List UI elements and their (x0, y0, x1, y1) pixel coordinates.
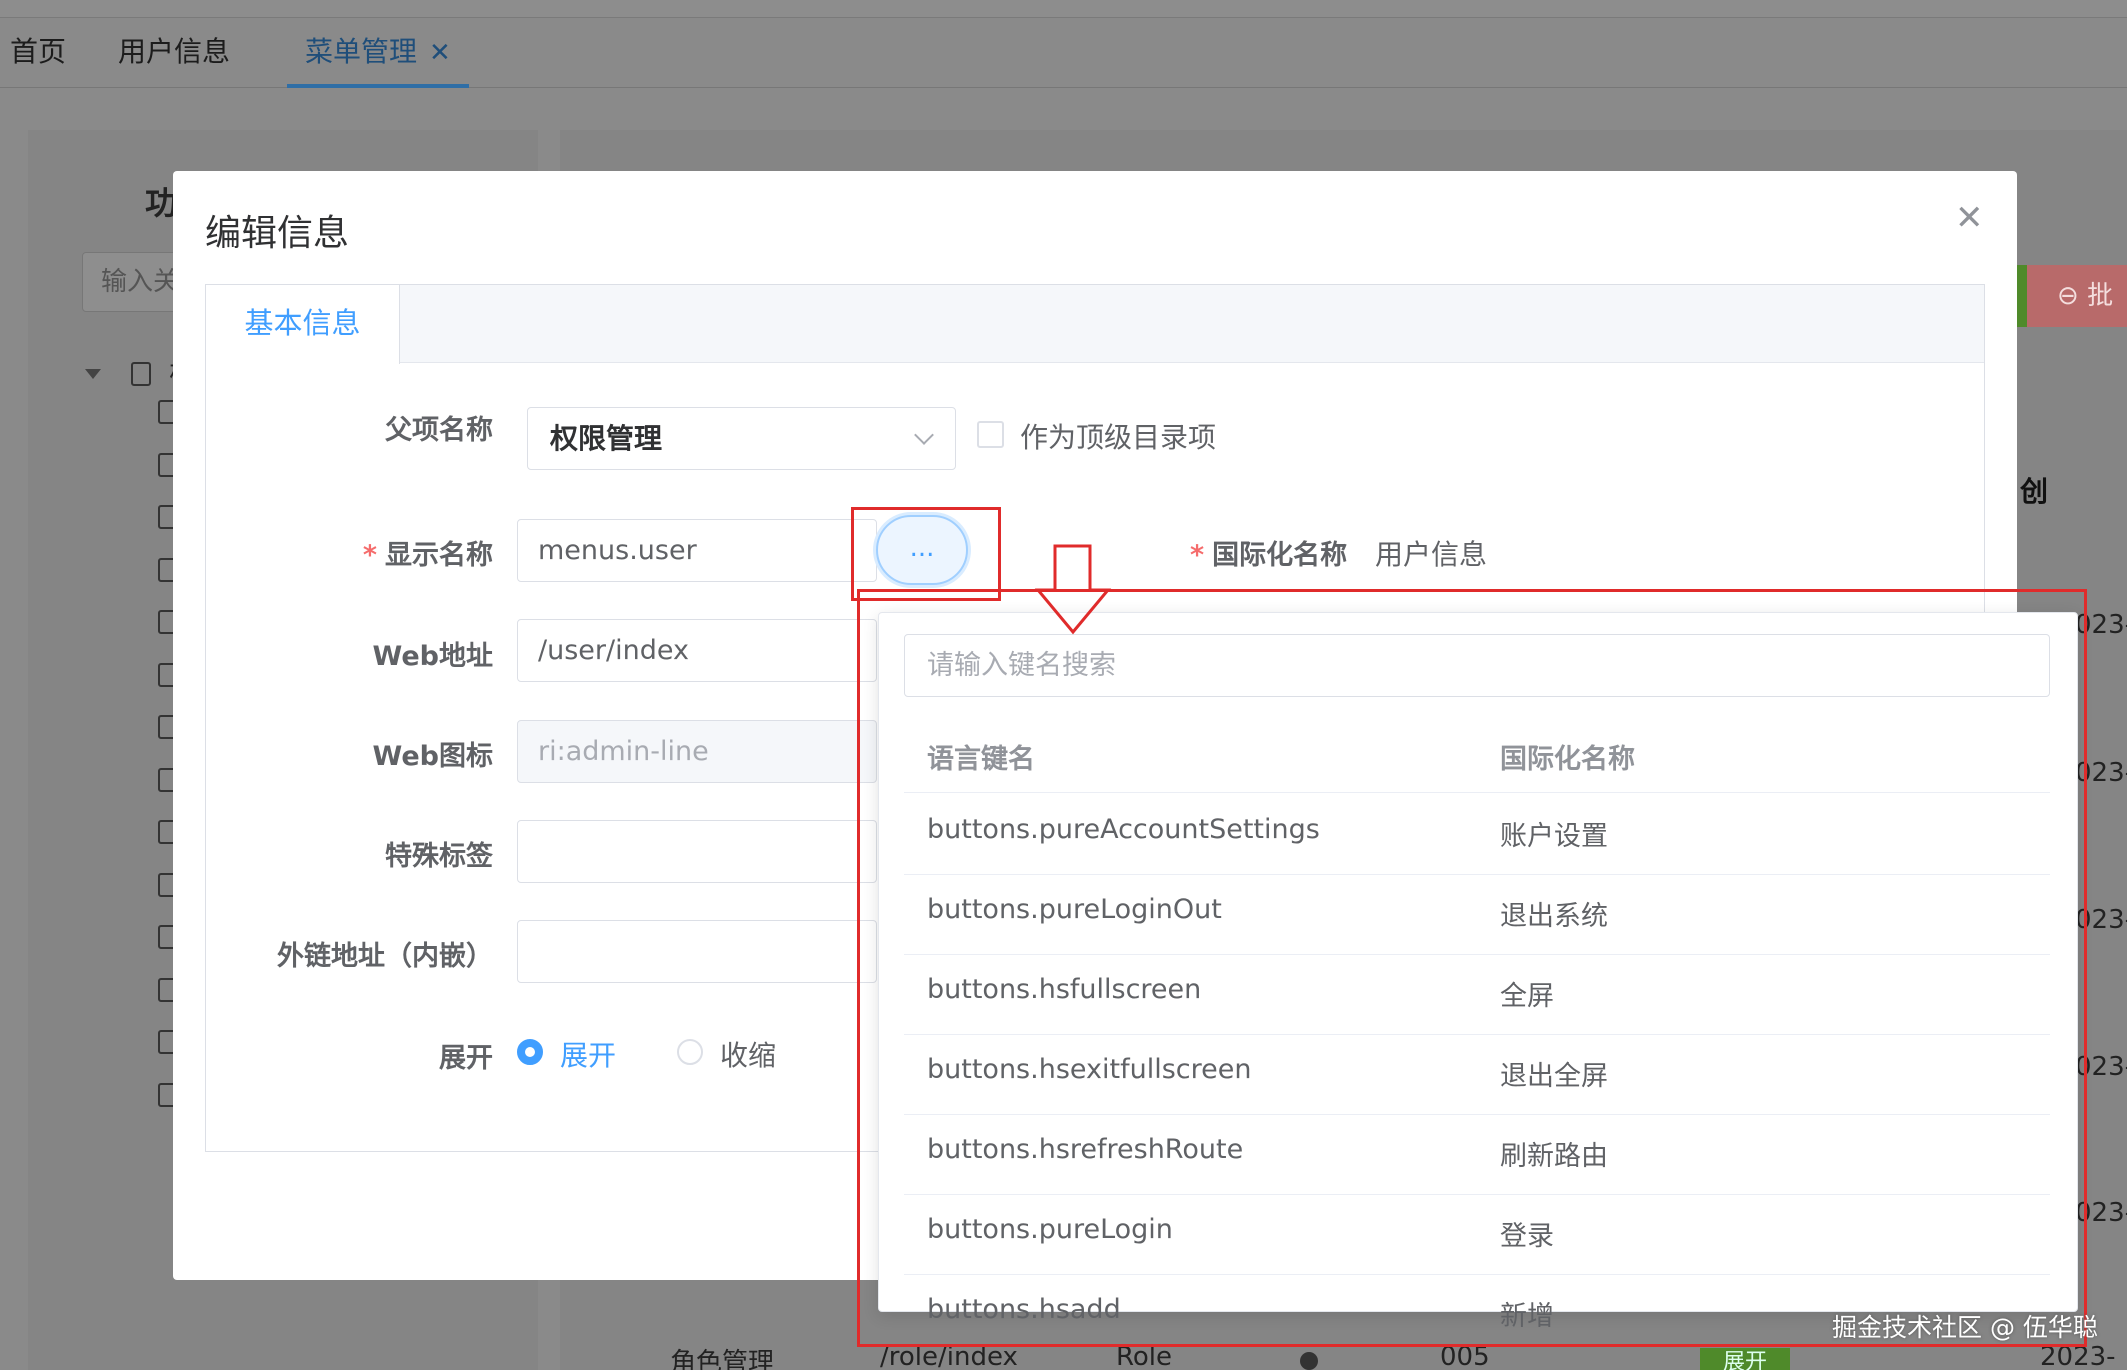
special-tag-input[interactable] (517, 820, 877, 883)
tab-label: 首页 (10, 35, 66, 68)
row-name: 角色管理 (670, 1342, 774, 1370)
tab-bar: 首页 用户信息 菜单管理 ✕ (0, 18, 2127, 88)
menu-icon (131, 362, 151, 386)
tab-label: 菜单管理 (305, 35, 417, 68)
caret-down-icon (85, 369, 101, 379)
required-mark: * (363, 540, 377, 571)
tab-label: 用户信息 (118, 35, 230, 68)
i18n-value: 用户信息 (1375, 533, 1487, 573)
watermark: 掘金技术社区 @ 伍华聪 (1832, 1308, 2098, 1344)
display-name-label-text: 显示名称 (385, 540, 493, 571)
parent-select[interactable]: 权限管理 (527, 407, 956, 470)
column-header: 创 (2020, 470, 2048, 510)
collapse-label[interactable]: 收缩 (720, 1034, 776, 1074)
tab-user-info[interactable]: 用户信息 (118, 18, 230, 88)
dialog-title: 编辑信息 (205, 204, 349, 256)
window-top-strip (0, 0, 2127, 18)
close-icon[interactable]: ✕ (429, 38, 451, 68)
collapse-radio[interactable] (677, 1039, 703, 1065)
display-name-input[interactable]: menus.user (517, 519, 877, 582)
chevron-down-icon (914, 425, 934, 445)
batch-label: 批 (2087, 281, 2113, 311)
top-level-label: 作为顶级目录项 (1020, 416, 1216, 456)
web-url-label: Web地址 (193, 634, 493, 673)
top-level-checkbox[interactable] (977, 421, 1004, 448)
annotation-box-button (851, 507, 1001, 601)
tab-basic-info[interactable]: 基本信息 (206, 285, 400, 364)
web-icon-input[interactable]: ri:admin-line (517, 720, 877, 783)
dialog-close-icon[interactable]: ✕ (1955, 198, 1984, 238)
expand-on-label[interactable]: 展开 (560, 1034, 616, 1074)
iframe-input[interactable] (517, 920, 877, 983)
i18n-label: * 国际化名称 (1190, 533, 1347, 572)
i18n-label-text: 国际化名称 (1212, 540, 1347, 571)
tab-menu-management[interactable]: 菜单管理 ✕ (287, 18, 469, 88)
annotation-box-popover (857, 589, 2087, 1347)
tab-home[interactable]: 首页 (10, 18, 66, 88)
annotation-arrow-icon (1030, 544, 1148, 636)
web-icon-label: Web图标 (193, 734, 493, 773)
required-mark: * (1190, 540, 1204, 571)
special-tag-label: 特殊标签 (193, 834, 493, 873)
user-icon (1300, 1352, 1318, 1370)
display-name-label: * 显示名称 (193, 533, 493, 572)
arrow-shape (1038, 546, 1108, 632)
web-url-input[interactable]: /user/index (517, 619, 877, 682)
parent-label: 父项名称 (193, 408, 493, 447)
iframe-label: 外链地址（内嵌） (193, 934, 493, 973)
parent-value: 权限管理 (550, 422, 662, 455)
expand-label: 展开 (193, 1036, 493, 1075)
tabs-header (206, 285, 1984, 363)
batch-delete-button[interactable]: ⊖ 批 (2027, 265, 2127, 327)
expand-radio[interactable] (517, 1039, 543, 1065)
